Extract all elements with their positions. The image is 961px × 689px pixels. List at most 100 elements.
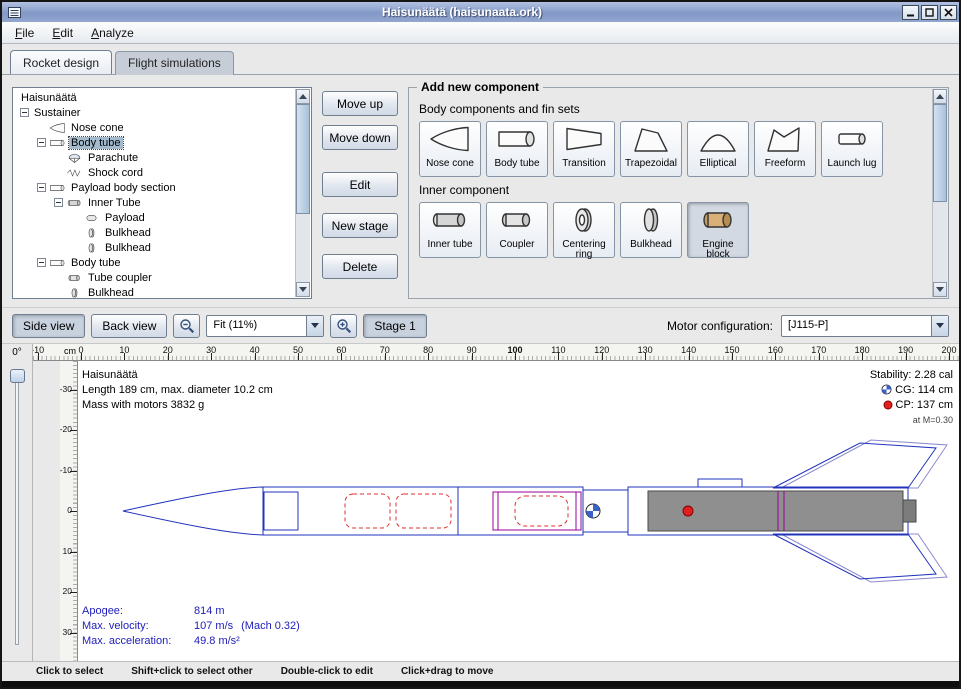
- add-body-tube-button[interactable]: Body tube: [486, 121, 548, 177]
- scroll-up-button[interactable]: [296, 89, 310, 104]
- scroll-down-button[interactable]: [933, 282, 947, 297]
- add-trapezoidal-button[interactable]: Trapezoidal: [620, 121, 682, 177]
- tab-flight-simulations[interactable]: Flight simulations: [115, 51, 234, 75]
- window-menu-icon[interactable]: [6, 5, 22, 19]
- motor-config-select[interactable]: [J115-P]: [781, 315, 949, 337]
- fin-bottom[interactable]: [773, 534, 936, 579]
- tree-item-inner-tube[interactable]: Inner Tube: [13, 195, 295, 210]
- window-bottom-border: [2, 681, 959, 687]
- tree-collapse-icon[interactable]: [36, 183, 47, 192]
- chevron-down-icon[interactable]: [306, 316, 323, 336]
- tree-item-bulkhead[interactable]: Bulkhead: [13, 240, 295, 255]
- maximize-button[interactable]: [921, 5, 938, 20]
- tree-item-bulkhead[interactable]: Bulkhead: [13, 225, 295, 240]
- add-transition-button[interactable]: Transition: [553, 121, 615, 177]
- engine-block-icon: [696, 205, 740, 238]
- nosecone-icon: [49, 122, 66, 134]
- zoom-in-icon: [336, 318, 352, 334]
- add-centering-ring-button[interactable]: Centering ring: [553, 202, 615, 258]
- back-view-button[interactable]: Back view: [91, 314, 167, 338]
- tree-item-bulkhead[interactable]: Bulkhead: [13, 285, 295, 299]
- component-tree-items: HaisunäätäSustainerNose coneBody tubePar…: [13, 88, 311, 299]
- tree-scroll-thumb[interactable]: [296, 104, 310, 214]
- launch-lug[interactable]: [698, 479, 742, 487]
- tree-scrollbar[interactable]: [295, 89, 310, 297]
- tree-collapse-icon[interactable]: [53, 198, 64, 207]
- bulkhead-icon: [66, 287, 83, 299]
- close-button[interactable]: [940, 5, 957, 20]
- add-bulkhead-button[interactable]: Bulkhead: [620, 202, 682, 258]
- tree-collapse-icon[interactable]: [36, 258, 47, 267]
- add-inner-tube-button[interactable]: Inner tube: [419, 202, 481, 258]
- tree-item-payload[interactable]: Payload: [13, 210, 295, 225]
- cg-value: 114 cm: [918, 384, 953, 396]
- tree-item-sustainer[interactable]: Sustainer: [13, 105, 295, 120]
- bulkhead-icon: [83, 227, 100, 239]
- scroll-down-button[interactable]: [296, 282, 310, 297]
- tree-item-label: Tube coupler: [86, 272, 154, 284]
- menu-analyze[interactable]: Analyze: [82, 24, 143, 42]
- scroll-up-button[interactable]: [933, 89, 947, 104]
- ruler-tick-label: 160: [768, 345, 783, 355]
- ruler-tick-label: 90: [467, 345, 477, 355]
- tree-item-nose-cone[interactable]: Nose cone: [13, 120, 295, 135]
- add-engine-block-button[interactable]: Engine block: [687, 202, 749, 258]
- payload-body-section[interactable]: [458, 487, 583, 535]
- add-panel-scroll-thumb[interactable]: [933, 104, 947, 202]
- bodytube-icon: [495, 124, 539, 154]
- ruler-tick-label: 140: [681, 345, 696, 355]
- fin-top[interactable]: [773, 443, 936, 488]
- trapezoidal-fin-icon: [629, 124, 673, 157]
- coupler-icon: [66, 272, 83, 284]
- tree-item-tube-coupler[interactable]: Tube coupler: [13, 270, 295, 285]
- bulkhead-icon: [66, 287, 83, 299]
- zoom-out-button[interactable]: [173, 314, 200, 338]
- ruler-tick-label: 40: [250, 345, 260, 355]
- rotation-slider-thumb[interactable]: [10, 369, 25, 383]
- component-button-label: Nose cone: [424, 159, 476, 169]
- move-up-button[interactable]: Move up: [322, 91, 398, 116]
- move-down-button[interactable]: Move down: [322, 125, 398, 150]
- tree-item-body-tube[interactable]: Body tube: [13, 255, 295, 270]
- tree-collapse-icon[interactable]: [36, 138, 47, 147]
- motor-nozzle[interactable]: [903, 500, 916, 522]
- add-panel-scroll-track[interactable]: [933, 104, 947, 282]
- innertube-icon: [66, 197, 83, 209]
- tree-scroll-track[interactable]: [296, 104, 310, 282]
- tree-item-shock-cord[interactable]: Shock cord: [13, 165, 295, 180]
- zoom-in-button[interactable]: [330, 314, 357, 338]
- tree-item-body-tube[interactable]: Body tube: [13, 135, 295, 150]
- add-panel-scrollbar[interactable]: [932, 89, 947, 297]
- zoom-select[interactable]: Fit (11%): [206, 315, 324, 337]
- tree-collapse-icon[interactable]: [19, 108, 30, 117]
- inner-component-row: Inner tubeCouplerCentering ring Bulkhead E…: [419, 202, 926, 258]
- delete-button[interactable]: Delete: [322, 254, 398, 279]
- menu-file[interactable]: File: [6, 24, 43, 42]
- chevron-down-icon[interactable]: [931, 316, 948, 336]
- minimize-button[interactable]: [902, 5, 919, 20]
- tab-rocket-design[interactable]: Rocket design: [10, 50, 112, 74]
- rocket-canvas[interactable]: Haisunäätä Length 189 cm, max. diameter …: [78, 361, 959, 661]
- body-components-and-fin-sets-row: Nose cone Body tubeTransitionTrapezoidalE…: [419, 121, 926, 177]
- new-stage-button[interactable]: New stage: [322, 213, 398, 238]
- tree-item-parachute[interactable]: Parachute: [13, 150, 295, 165]
- edit-button[interactable]: Edit: [322, 172, 398, 197]
- tree-item-haisun-t[interactable]: Haisunäätä: [13, 90, 295, 105]
- horizontal-ruler: cm -100102030405060708090100110120130140…: [33, 344, 959, 361]
- add-launch-lug-button[interactable]: Launch lug: [821, 121, 883, 177]
- rotation-slider[interactable]: [15, 370, 19, 645]
- titlebar[interactable]: Haisunäätä (haisunaata.ork): [2, 2, 959, 22]
- menu-edit[interactable]: Edit: [43, 24, 82, 42]
- add-freeform-button[interactable]: Freeform: [754, 121, 816, 177]
- component-button-label: Bulkhead: [628, 240, 674, 250]
- tree-item-label: Shock cord: [86, 167, 145, 179]
- add-coupler-button[interactable]: Coupler: [486, 202, 548, 258]
- cg-marker: [586, 504, 600, 518]
- stage-1-toggle[interactable]: Stage 1: [363, 314, 426, 338]
- tree-item-payload-body-section[interactable]: Payload body section: [13, 180, 295, 195]
- add-nose-cone-button[interactable]: Nose cone: [419, 121, 481, 177]
- add-elliptical-button[interactable]: Elliptical: [687, 121, 749, 177]
- arrow-down-icon: [936, 287, 944, 296]
- nose-cone[interactable]: [123, 487, 263, 535]
- side-view-button[interactable]: Side view: [12, 314, 85, 338]
